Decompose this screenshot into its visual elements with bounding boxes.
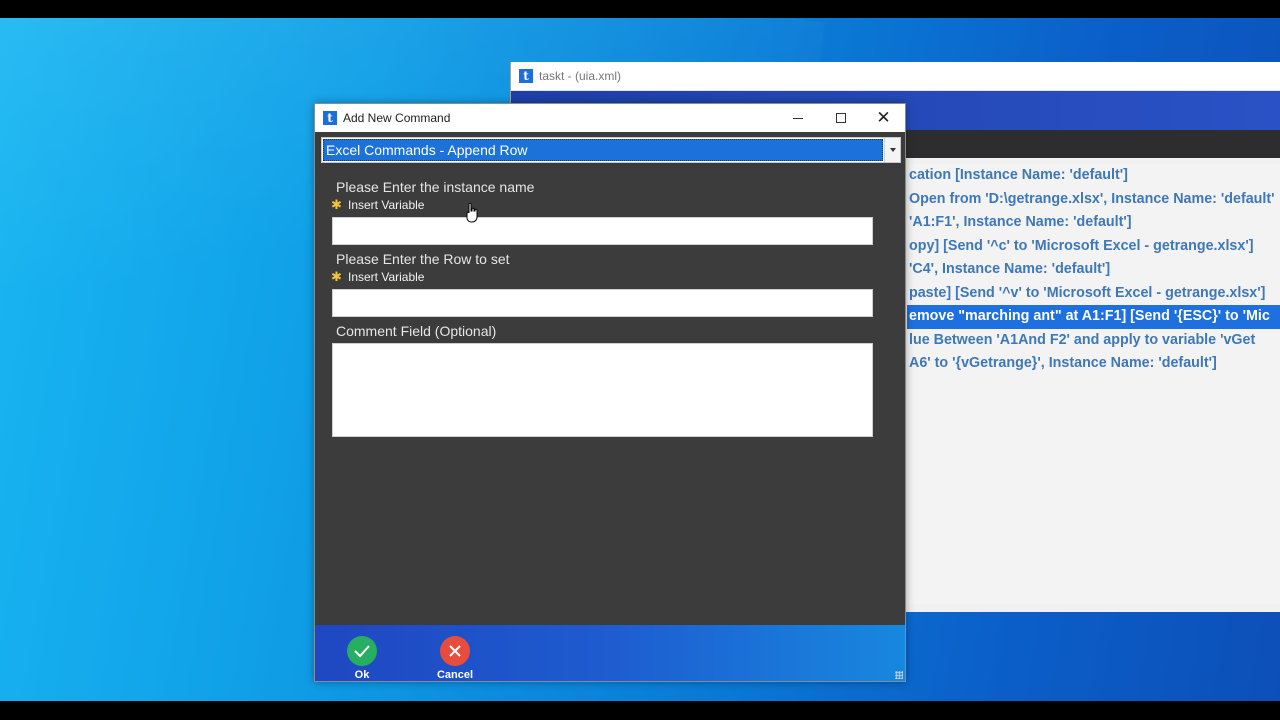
add-command-dialog[interactable]: t Add New Command ✕ Excel Commands - App… <box>314 103 906 682</box>
row-label: Please Enter the Row to set <box>336 251 510 267</box>
instance-name-input[interactable] <box>332 217 873 245</box>
row-input[interactable] <box>332 289 873 317</box>
maximize-icon <box>835 113 846 123</box>
star-icon: ✱ <box>331 197 342 212</box>
x-icon <box>440 636 470 666</box>
minimize-button[interactable] <box>776 104 819 132</box>
maximize-button[interactable] <box>819 104 862 132</box>
dialog-footer: Ok Cancel <box>315 625 905 681</box>
cancel-button[interactable]: Cancel <box>435 636 475 681</box>
command-form: Please Enter the instance name ✱ Insert … <box>317 168 903 623</box>
dialog-titlebar[interactable]: t Add New Command ✕ <box>315 104 905 132</box>
background-window-titlebar[interactable]: t taskt - (uia.xml) <box>511 62 1280 91</box>
resize-grip[interactable] <box>895 671 903 679</box>
instance-name-label: Please Enter the instance name <box>336 179 535 195</box>
letterbox-bottom <box>0 701 1280 720</box>
minimize-icon <box>792 117 803 119</box>
app-logo-icon: t <box>519 69 533 83</box>
letterbox-top <box>0 0 1280 18</box>
hand-cursor-icon <box>466 203 478 223</box>
command-list-item[interactable]: 'C4', Instance Name: 'default'] <box>907 258 1280 282</box>
check-icon <box>347 636 377 666</box>
close-button[interactable]: ✕ <box>862 104 905 132</box>
command-list-item[interactable]: lue Between 'A1And F2' and apply to vari… <box>907 329 1280 353</box>
command-list-item[interactable]: emove "marching ant" at A1:F1] [Send '{E… <box>907 305 1280 329</box>
command-list-item[interactable]: Open from 'D:\getrange.xlsx', Instance N… <box>907 188 1280 212</box>
app-logo-icon: t <box>323 111 337 125</box>
insert-variable-label: Insert Variable <box>348 270 425 284</box>
dialog-title: Add New Command <box>343 111 451 125</box>
command-list-item[interactable]: 'A1:F1', Instance Name: 'default'] <box>907 211 1280 235</box>
command-dropdown[interactable]: Excel Commands - Append Row <box>321 137 901 163</box>
chevron-down-icon <box>889 148 896 152</box>
command-list-item[interactable]: cation [Instance Name: 'default'] <box>907 164 1280 188</box>
insert-variable-label: Insert Variable <box>348 198 425 212</box>
row-insert-variable-link[interactable]: ✱ Insert Variable <box>331 269 424 285</box>
cancel-label: Cancel <box>436 669 474 681</box>
command-dropdown-value: Excel Commands - Append Row <box>323 139 883 161</box>
command-list[interactable]: cation [Instance Name: 'default'] Open fr… <box>907 164 1280 604</box>
comment-textarea[interactable] <box>332 343 873 437</box>
command-list-item[interactable]: opy] [Send '^c' to 'Microsoft Excel - ge… <box>907 235 1280 259</box>
background-window-title: taskt - (uia.xml) <box>539 69 622 83</box>
instance-insert-variable-link[interactable]: ✱ Insert Variable <box>331 197 424 213</box>
command-list-item[interactable]: A6' to '{vGetrange}', Instance Name: 'de… <box>907 352 1280 376</box>
close-icon: ✕ <box>876 108 891 127</box>
star-icon: ✱ <box>331 269 342 284</box>
dropdown-arrow-button[interactable] <box>884 138 900 162</box>
ok-button[interactable]: Ok <box>342 636 382 681</box>
comment-label: Comment Field (Optional) <box>336 323 497 339</box>
command-list-item[interactable]: paste] [Send '^v' to 'Microsoft Excel - … <box>907 282 1280 306</box>
ok-label: Ok <box>354 669 370 681</box>
